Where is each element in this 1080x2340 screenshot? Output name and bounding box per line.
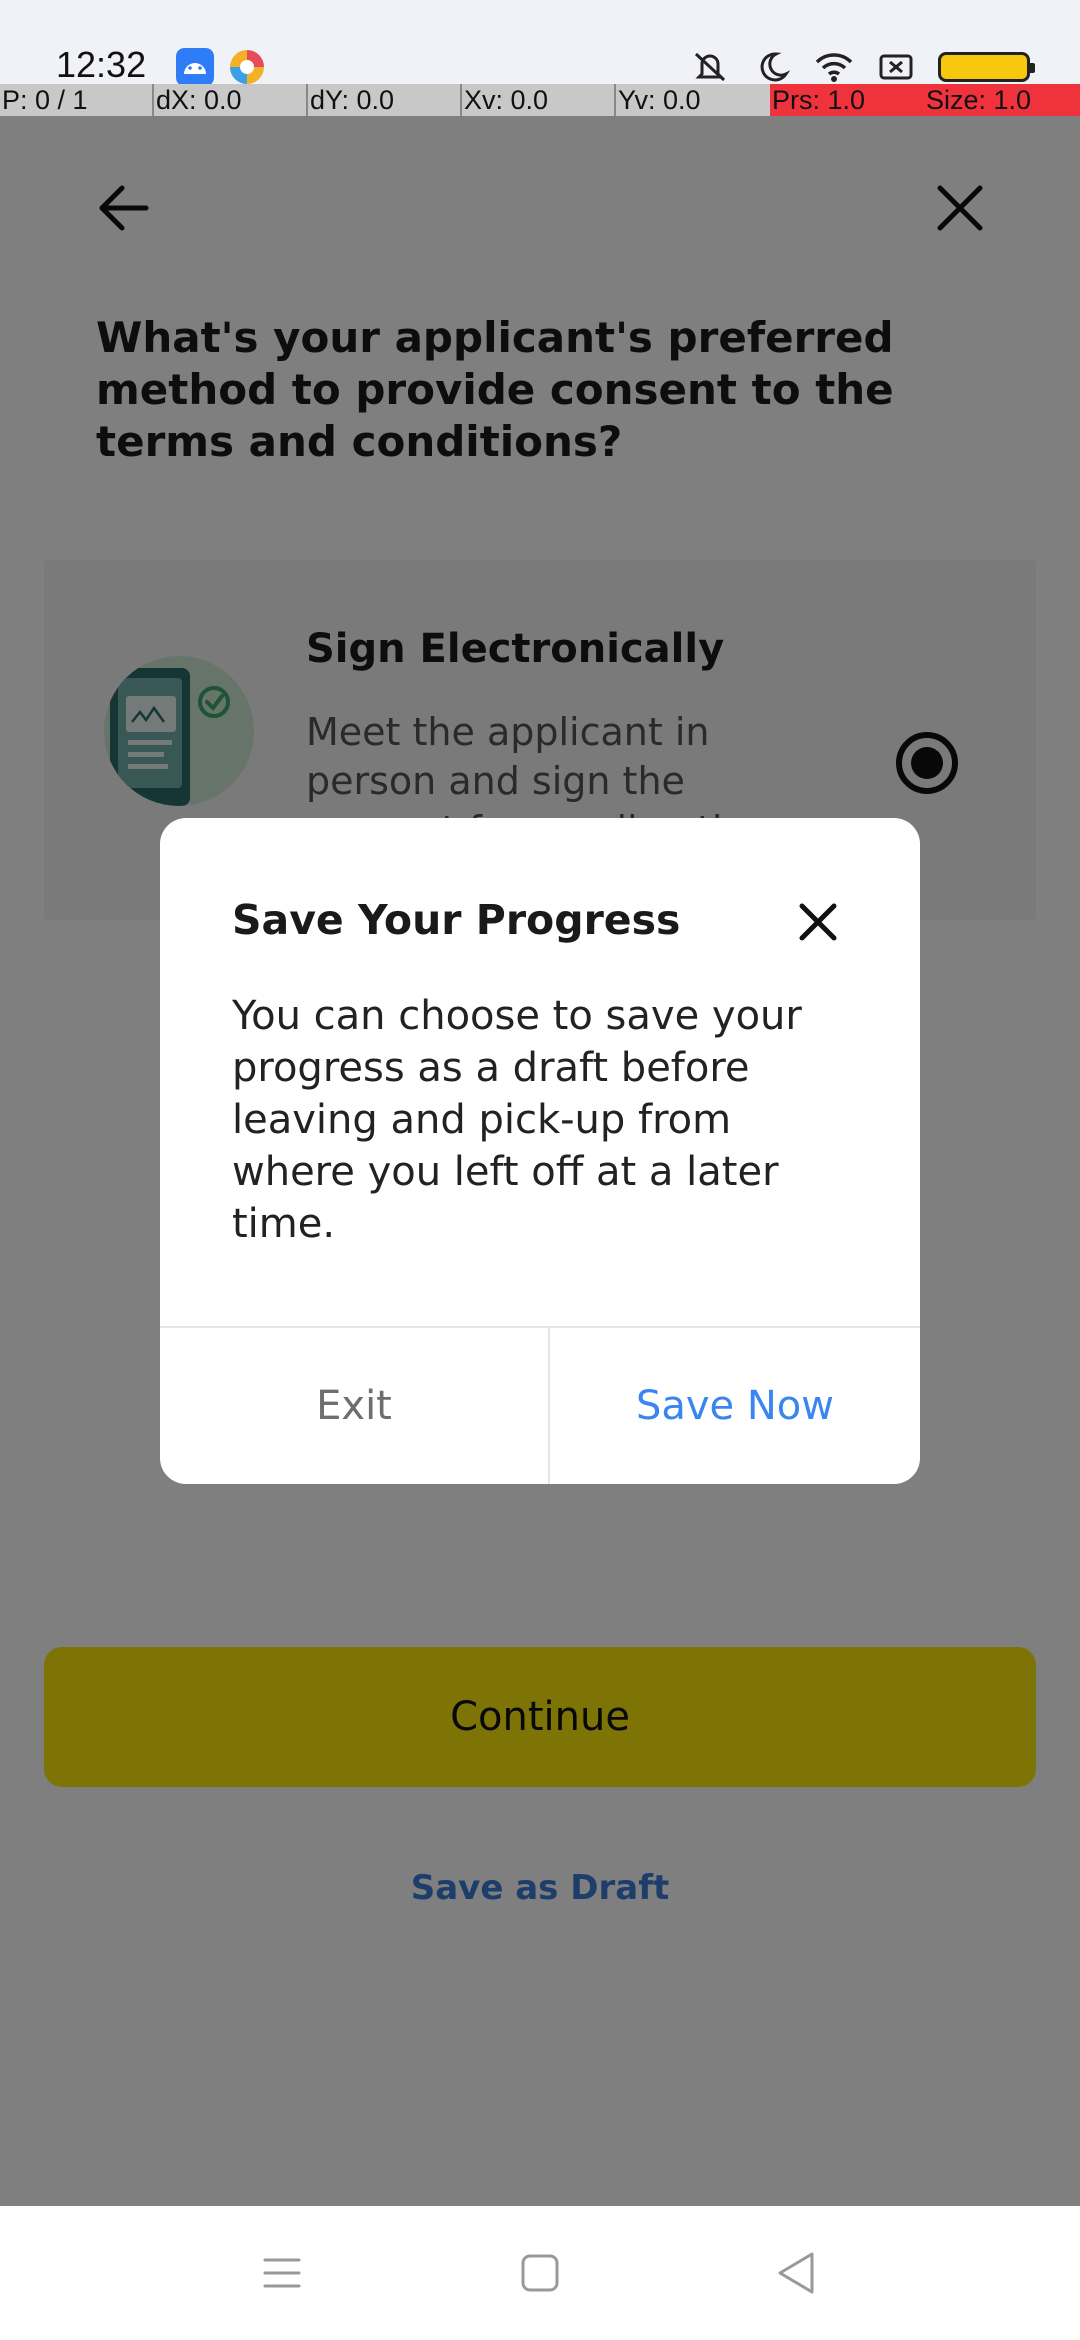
status-time: 12:32 <box>56 44 147 85</box>
pointer-xv: Xv: 0.0 <box>464 85 549 115</box>
status-bar: 12:32 <box>0 0 1080 90</box>
dialog-body: You can choose to save your progress as … <box>232 993 802 1247</box>
back-triangle-icon[interactable] <box>762 2238 832 2308</box>
pointer-size: Size: 1.0 <box>926 85 1032 115</box>
pointer-yv: Yv: 0.0 <box>618 85 701 115</box>
pointer-dx: dX: 0.0 <box>156 85 242 115</box>
system-nav-bar <box>0 2206 1080 2340</box>
exit-button[interactable]: Exit <box>160 1328 548 1484</box>
status-icons <box>690 50 1035 84</box>
android-app-icon <box>176 48 214 86</box>
colorful-app-icon <box>230 50 264 84</box>
wifi-icon <box>815 53 853 82</box>
menu-icon[interactable] <box>247 2238 317 2308</box>
battery-icon <box>938 52 1035 82</box>
save-now-button[interactable]: Save Now <box>550 1328 920 1484</box>
pointer-dy: dY: 0.0 <box>310 85 395 115</box>
silent-icon <box>694 52 726 82</box>
save-progress-dialog: Save Your Progress You can choose to sav… <box>160 818 920 1484</box>
close-icon[interactable] <box>790 894 846 950</box>
x-box-icon <box>879 54 913 80</box>
pointer-location-overlay: P: 0 / 1 dX: 0.0 dY: 0.0 Xv: 0.0 Yv: 0.0… <box>0 84 1080 116</box>
home-square-icon[interactable] <box>505 2238 575 2308</box>
dialog-title: Save Your Progress <box>232 896 681 944</box>
pointer-count: P: 0 / 1 <box>2 85 88 115</box>
moon-icon <box>760 52 791 82</box>
pointer-pressure: Prs: 1.0 <box>772 85 866 115</box>
